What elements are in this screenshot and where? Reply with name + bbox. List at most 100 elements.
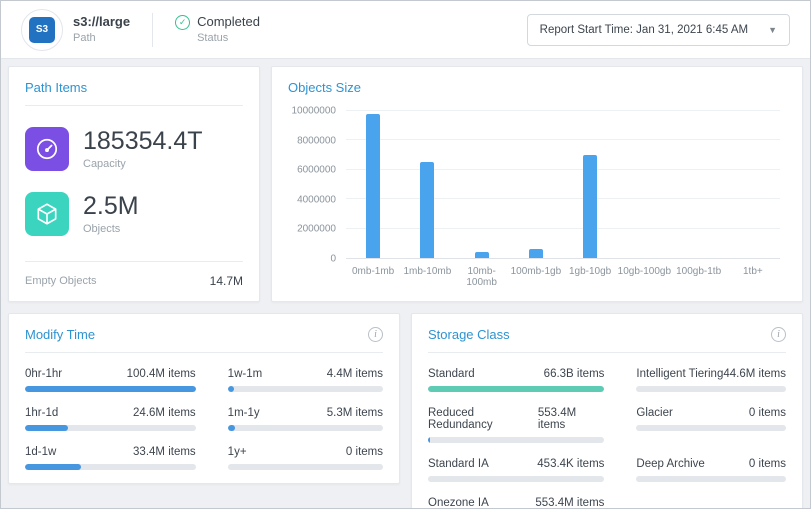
progress-row: Reduced Redundancy553.4M items: [428, 407, 604, 443]
bar-slot: [726, 111, 780, 258]
x-tick-label: 1tb+: [726, 266, 780, 288]
progress-row: 1d-1w 33.4M items: [25, 446, 196, 470]
s3-bucket-icon: S3: [21, 9, 63, 51]
header-divider: [152, 13, 153, 47]
progress-value: 44.6M items: [723, 368, 786, 380]
path-items-title: Path Items: [25, 80, 243, 95]
progress-value: 4.4M items: [327, 368, 383, 380]
bar-slot: [617, 111, 671, 258]
progress-label: Deep Archive: [636, 458, 704, 470]
divider: [25, 352, 383, 353]
progress-fill: [25, 386, 196, 392]
progress-fill: [25, 425, 68, 431]
progress-track: [428, 476, 604, 482]
progress-label: 1y+: [228, 446, 247, 458]
status-value: Completed: [197, 14, 260, 31]
progress-fill: [228, 425, 236, 431]
progress-value: 553.4M items: [535, 497, 604, 508]
storage-class-title: Storage Class: [428, 327, 510, 342]
progress-value: 100.4M items: [127, 368, 196, 380]
y-tick-label: 0: [330, 254, 336, 265]
divider: [428, 352, 786, 353]
progress-row: 1hr-1d24.6M items: [25, 407, 196, 431]
objects-size-card: Objects Size 020000004000000600000080000…: [271, 66, 803, 302]
progress-row: Deep Archive 0 items: [636, 458, 786, 482]
bar-100mb-1gb: [529, 249, 543, 258]
chart-bars: [346, 111, 780, 258]
report-start-time-label: Report Start Time: Jan 31, 2021 6:45 AM: [540, 24, 748, 36]
x-tick-label: 100gb-1tb: [672, 266, 726, 288]
bar-slot: [509, 111, 563, 258]
capacity-gauge-icon: [25, 127, 69, 171]
progress-value: 33.4M items: [133, 446, 196, 458]
chevron-down-icon: ▼: [768, 25, 777, 35]
capacity-metric: 185354.4T Capacity: [25, 126, 243, 171]
s3-badge: S3: [29, 17, 55, 43]
progress-value: 0 items: [749, 407, 786, 419]
path-items-card: Path Items 185354.4T Capacity: [8, 66, 260, 302]
progress-value: 24.6M items: [133, 407, 196, 419]
progress-value: 0 items: [749, 458, 786, 470]
x-tick-label: 10gb-100gb: [617, 266, 671, 288]
chart-plot: [346, 111, 780, 259]
progress-label: Standard IA: [428, 458, 489, 470]
progress-track: [636, 386, 786, 392]
progress-label: 0hr-1hr: [25, 368, 62, 380]
progress-track: [25, 386, 196, 392]
modify-time-title: Modify Time: [25, 327, 95, 342]
progress-label: Reduced Redundancy: [428, 407, 538, 431]
progress-fill: [428, 386, 604, 392]
chart-x-axis: 0mb-1mb1mb-10mb10mb-100mb100mb-1gb1gb-10…: [346, 266, 780, 288]
progress-fill: [228, 386, 234, 392]
progress-row: Standard66.3B items: [428, 368, 604, 392]
x-tick-label: 100mb-1gb: [509, 266, 563, 288]
bar-slot: [400, 111, 454, 258]
progress-track: [228, 464, 383, 470]
progress-label: 1w-1m: [228, 368, 263, 380]
progress-value: 553.4M items: [538, 407, 605, 431]
progress-row: 0hr-1hr 100.4M items: [25, 368, 196, 392]
progress-label: 1d-1w: [25, 446, 56, 458]
progress-track: [25, 464, 196, 470]
dashboard-body: Path Items 185354.4T Capacity: [1, 59, 810, 508]
bar-slot: [672, 111, 726, 258]
progress-track: [636, 476, 786, 482]
progress-row: Glacier0 items: [636, 407, 786, 443]
bar-slot: [346, 111, 400, 258]
objects-label: Objects: [83, 223, 139, 236]
info-icon[interactable]: i: [771, 327, 786, 342]
y-tick-label: 6000000: [297, 165, 336, 176]
chart-y-axis: 0200000040000006000000800000010000000: [288, 111, 346, 259]
progress-track: [636, 425, 786, 431]
progress-fill: [25, 464, 81, 470]
objects-cube-icon: [25, 192, 69, 236]
status-block: ✓ Completed Status: [175, 14, 260, 45]
progress-fill: [428, 437, 430, 443]
progress-track: [228, 386, 383, 392]
bar-slot: [455, 111, 509, 258]
x-tick-label: 1gb-10gb: [563, 266, 617, 288]
bar-1mb-10mb: [420, 162, 434, 258]
progress-label: Standard: [428, 368, 475, 380]
bar-0mb-1mb: [366, 114, 380, 258]
info-icon[interactable]: i: [368, 327, 383, 342]
progress-track: [25, 425, 196, 431]
progress-track: [428, 386, 604, 392]
storage-class-card: Storage Class i Standard66.3B items Redu…: [411, 313, 803, 508]
progress-label: Onezone IA: [428, 497, 489, 508]
progress-row: Onezone IA 553.4M items: [428, 497, 604, 508]
objects-value: 2.5M: [83, 191, 139, 221]
report-start-time-dropdown[interactable]: Report Start Time: Jan 31, 2021 6:45 AM …: [527, 14, 790, 46]
progress-value: 453.4K items: [537, 458, 604, 470]
capacity-value: 185354.4T: [83, 126, 203, 156]
bar-1gb-10gb: [583, 155, 597, 258]
empty-objects-row: Empty Objects 14.7M: [25, 262, 243, 288]
bar-slot: [563, 111, 617, 258]
status-label: Status: [197, 31, 260, 45]
progress-row: Standard IA 453.4K items: [428, 458, 604, 482]
progress-value: 0 items: [346, 446, 383, 458]
path-block: S3 s3://large Path: [21, 9, 130, 51]
header: S3 s3://large Path ✓ Completed Status Re…: [1, 1, 810, 59]
bar-10mb-100mb: [475, 252, 489, 258]
progress-row: 1w-1m 4.4M items: [228, 368, 383, 392]
